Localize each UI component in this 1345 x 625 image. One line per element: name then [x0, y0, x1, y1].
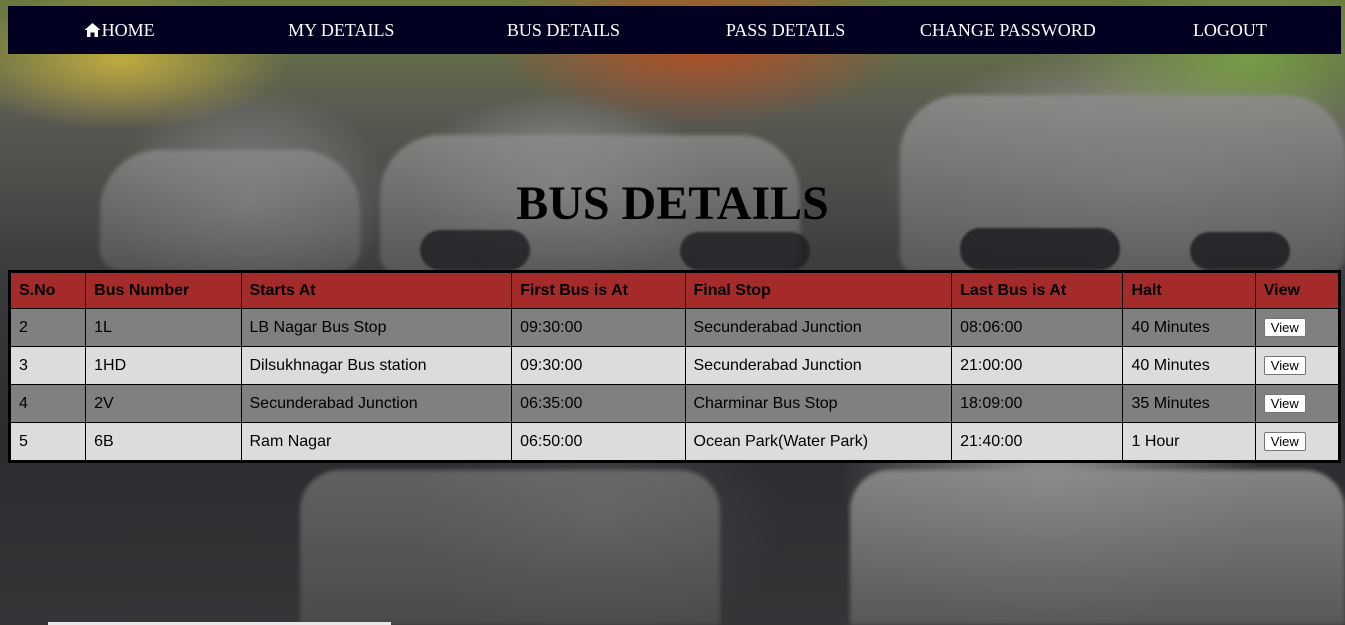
nav-logout-label: LOGOUT — [1192, 19, 1267, 40]
column-header-halt: Halt — [1122, 271, 1256, 309]
table-row: 4 2V Secunderabad Junction 06:35:00 Char… — [8, 384, 1341, 423]
view-button[interactable]: View — [1263, 432, 1306, 451]
column-header-first-bus: First Bus is At — [511, 271, 686, 309]
cell-sno: 4 — [8, 384, 87, 423]
column-header-last-bus: Last Bus is At — [951, 271, 1124, 309]
cell-final-stop: Charminar Bus Stop — [684, 384, 953, 423]
nav-bus-details[interactable]: BUS DETAILS — [452, 6, 674, 54]
column-header-sno: S.No — [8, 271, 87, 309]
view-button[interactable]: View — [1263, 318, 1306, 337]
cell-final-stop: Secunderabad Junction — [684, 308, 953, 347]
cell-view: View — [1254, 308, 1341, 347]
column-header-bus-number: Bus Number — [85, 271, 242, 309]
nav-my-details[interactable]: MY DETAILS — [230, 6, 452, 54]
cell-bus-number: 6B — [85, 422, 242, 462]
nav-home-label: HOME — [101, 19, 155, 40]
nav-bus-details-label: BUS DETAILS — [506, 19, 620, 40]
nav-logout[interactable]: LOGOUT — [1119, 6, 1341, 54]
cell-final-stop: Secunderabad Junction — [684, 346, 953, 385]
cell-first-bus: 09:30:00 — [511, 346, 686, 385]
cell-sno: 3 — [8, 346, 87, 385]
cell-halt: 40 Minutes — [1122, 308, 1256, 347]
cell-halt: 40 Minutes — [1122, 346, 1256, 385]
cell-last-bus: 18:09:00 — [951, 384, 1124, 423]
column-header-final-stop: Final Stop — [684, 271, 953, 309]
nav-home[interactable]: HOME — [8, 6, 230, 54]
table-row: 3 1HD Dilsukhnagar Bus station 09:30:00 … — [8, 346, 1341, 385]
home-icon — [84, 23, 101, 37]
cell-sno: 2 — [8, 308, 87, 347]
nav-change-password-label: CHANGE PASSWORD — [919, 19, 1096, 40]
main-navbar: HOME MY DETAILS BUS DETAILS PASS DETAILS… — [8, 6, 1341, 54]
column-header-starts-at: Starts At — [240, 271, 513, 309]
cell-starts-at: Secunderabad Junction — [240, 384, 513, 423]
bus-details-table: S.No Bus Number Starts At First Bus is A… — [8, 270, 1341, 463]
cell-bus-number: 1L — [85, 308, 242, 347]
cell-starts-at: Ram Nagar — [240, 422, 513, 462]
cell-view: View — [1254, 384, 1341, 423]
nav-change-password[interactable]: CHANGE PASSWORD — [897, 6, 1119, 54]
nav-pass-details-label: PASS DETAILS — [725, 19, 846, 40]
cell-halt: 35 Minutes — [1122, 384, 1256, 423]
cell-halt: 1 Hour — [1122, 422, 1256, 462]
cell-last-bus: 21:40:00 — [951, 422, 1124, 462]
table-row: 2 1L LB Nagar Bus Stop 09:30:00 Secunder… — [8, 308, 1341, 347]
table-row: 5 6B Ram Nagar 06:50:00 Ocean Park(Water… — [8, 422, 1341, 462]
cell-starts-at: LB Nagar Bus Stop — [240, 308, 513, 347]
nav-my-details-label: MY DETAILS — [288, 19, 395, 40]
cell-view: View — [1254, 346, 1341, 385]
page-title: BUS DETAILS — [516, 177, 829, 230]
nav-pass-details[interactable]: PASS DETAILS — [675, 6, 897, 54]
cell-last-bus: 08:06:00 — [951, 308, 1124, 347]
cell-bus-number: 2V — [85, 384, 242, 423]
cell-first-bus: 06:35:00 — [511, 384, 686, 423]
cell-starts-at: Dilsukhnagar Bus station — [240, 346, 513, 385]
cell-last-bus: 21:00:00 — [951, 346, 1124, 385]
view-button[interactable]: View — [1263, 394, 1306, 413]
cell-sno: 5 — [8, 422, 87, 462]
column-header-view: View — [1254, 271, 1341, 309]
table-header-row: S.No Bus Number Starts At First Bus is A… — [8, 271, 1341, 309]
cell-first-bus: 09:30:00 — [511, 308, 686, 347]
view-button[interactable]: View — [1263, 356, 1306, 375]
cell-bus-number: 1HD — [85, 346, 242, 385]
cell-final-stop: Ocean Park(Water Park) — [684, 422, 953, 462]
cell-view: View — [1254, 422, 1341, 462]
cell-first-bus: 06:50:00 — [511, 422, 686, 462]
